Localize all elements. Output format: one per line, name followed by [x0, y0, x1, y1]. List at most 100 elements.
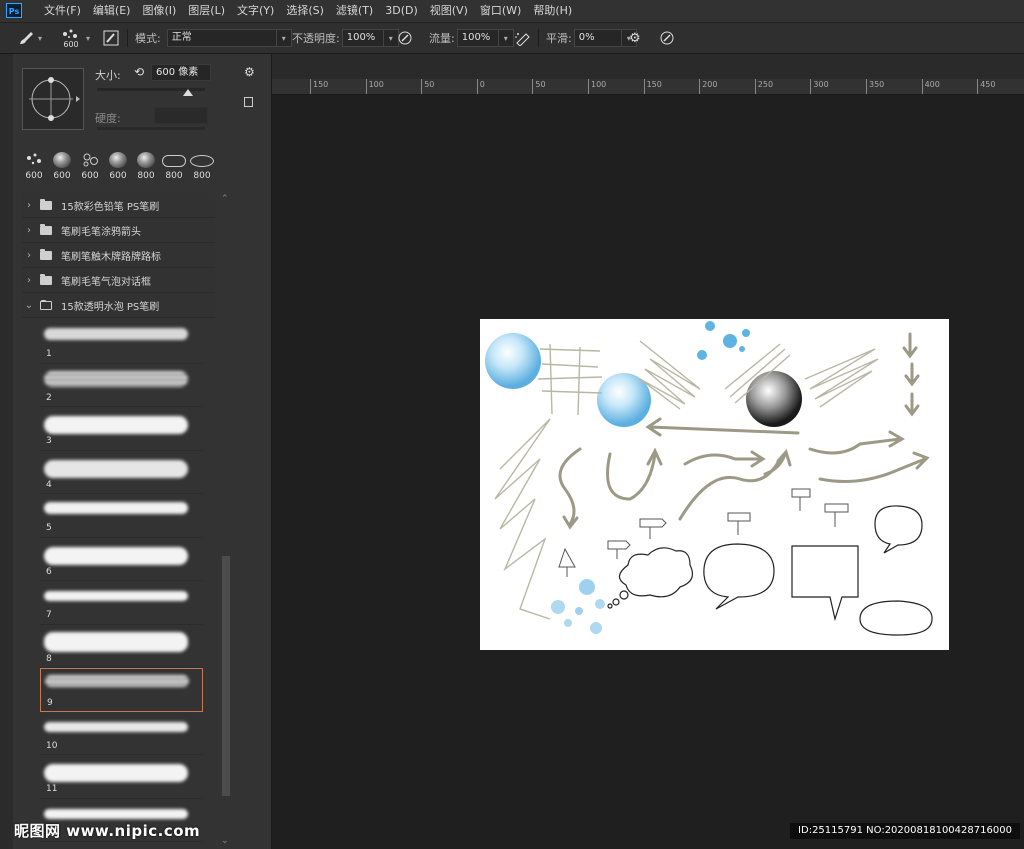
brush-group[interactable]: › 笔刷毛笔涂鸦箭头 [22, 218, 215, 243]
horizontal-ruler[interactable]: 150 100 50 0 50 100 150 200 250 300 350 400 450 [272, 79, 1024, 95]
flow-input[interactable]: 100% [456, 29, 499, 47]
splatter-brush-icon [63, 29, 77, 38]
preset-size: 800 [165, 171, 183, 181]
preset-brush-4[interactable]: 600 [106, 150, 130, 182]
mode-select[interactable]: 正常 [166, 29, 277, 47]
pressure-opacity-button[interactable] [397, 23, 413, 53]
brush-number: 11 [46, 784, 58, 794]
brush-tool-preset-picker[interactable]: ▾ [16, 23, 42, 53]
hardness-label: 硬度: [95, 112, 121, 125]
group-label: 笔刷毛笔涂鸦箭头 [61, 226, 141, 238]
brush-group-list: › 15款彩色铅笔 PS笔刷 › 笔刷毛笔涂鸦箭头 › 笔刷笔触木牌路牌路标 ›… [22, 193, 215, 318]
opacity-input[interactable]: 100% [341, 29, 384, 47]
menu-filter[interactable]: 滤镜(T) [330, 0, 379, 22]
chevron-right-icon[interactable]: › [22, 250, 36, 261]
chevron-down-icon[interactable]: ▾ [498, 29, 514, 47]
scroll-up-icon[interactable]: ⌃ [221, 194, 229, 204]
brush-item[interactable]: 10 [40, 712, 203, 755]
group-label: 笔刷笔触木牌路牌路标 [61, 251, 161, 263]
document-canvas[interactable] [480, 319, 949, 650]
menu-window[interactable]: 窗口(W) [474, 0, 527, 22]
preset-brush-3[interactable]: 600 [78, 150, 102, 182]
smoothing-input[interactable]: 0% [573, 29, 622, 47]
watermark-logo: 昵图网 www.nipic.com [14, 822, 201, 840]
chevron-down-icon[interactable]: ⌄ [22, 300, 36, 311]
menu-image[interactable]: 图像(I) [136, 0, 182, 22]
scroll-down-icon[interactable]: ⌄ [221, 836, 229, 846]
brush-size-badge: 600 [63, 39, 79, 49]
ruler-tick: 150 [310, 79, 328, 94]
preset-size: 800 [193, 171, 211, 181]
preset-brush-1[interactable]: 600 [22, 150, 46, 182]
brush-stroke-preview [44, 502, 188, 514]
menu-layer[interactable]: 图层(L) [182, 0, 231, 22]
preset-brush-7[interactable]: 800 [190, 150, 214, 182]
brush-group[interactable]: › 笔刷毛笔气泡对话框 [22, 268, 215, 293]
preset-brush-5[interactable]: 800 [134, 150, 158, 182]
reset-size-icon[interactable]: ⟲ [134, 65, 144, 79]
menu-view[interactable]: 视图(V) [424, 0, 474, 22]
size-input[interactable]: 600 像素 [151, 64, 211, 81]
brush-stroke-preview [45, 675, 189, 687]
menu-help[interactable]: 帮助(H) [527, 0, 578, 22]
brush-item[interactable]: 6 [40, 538, 203, 581]
brush-item[interactable]: 7 [40, 581, 203, 625]
brush-item[interactable]: 3 [40, 407, 203, 451]
chevron-down-icon[interactable]: ▾ [276, 29, 292, 47]
open-folder-icon [40, 299, 52, 310]
brush-item[interactable]: 8 [40, 625, 203, 668]
menu-edit[interactable]: 编辑(E) [87, 0, 137, 22]
separator [127, 29, 128, 47]
ruler-tick: 450 [977, 79, 995, 94]
ruler-tick: 350 [866, 79, 884, 94]
speech-bubbles [607, 505, 933, 636]
brush-item-selected[interactable]: 9 [40, 668, 203, 712]
hardness-slider[interactable] [97, 127, 205, 130]
canvas-workspace: 150 100 50 0 50 100 150 200 250 300 350 400 450 [272, 54, 1024, 849]
flow-value: 100% [461, 32, 491, 43]
brush-tip-preview[interactable] [22, 68, 84, 130]
hardness-input[interactable] [154, 107, 208, 124]
size-slider-handle[interactable] [182, 89, 193, 96]
brush-item[interactable]: 11 [40, 755, 203, 799]
toolbar-strip [0, 54, 14, 849]
scrollbar-thumb[interactable] [222, 556, 230, 796]
photoshop-logo: Ps [6, 3, 22, 18]
chevron-down-icon[interactable]: ▾ [86, 23, 90, 53]
chevron-right-icon[interactable]: › [22, 275, 36, 286]
brush-item[interactable]: 4 [40, 451, 203, 494]
brush-item[interactable]: 5 [40, 494, 203, 538]
ruler-tick: 100 [588, 79, 606, 94]
new-preset-icon[interactable] [244, 97, 253, 107]
brush-item[interactable]: 2 [40, 364, 203, 407]
brush-preset-picker[interactable]: 600 [60, 23, 82, 53]
brush-stroke-preview [44, 459, 188, 478]
preset-brush-2[interactable]: 600 [50, 150, 74, 182]
brush-group[interactable]: › 15款彩色铅笔 PS笔刷 [22, 193, 215, 218]
menu-3d[interactable]: 3D(D) [379, 0, 424, 22]
flow-label: 流量: [429, 32, 455, 45]
preset-size: 600 [81, 171, 99, 181]
toggle-brush-panel-button[interactable] [103, 23, 119, 53]
panel-settings-gear-icon[interactable]: ⚙ [244, 65, 255, 79]
preset-brush-6[interactable]: 800 [162, 150, 186, 182]
preset-size: 600 [53, 171, 71, 181]
brush-list: 1 2 3 4 5 6 7 8 9 10 11 12 [40, 320, 203, 849]
chevron-right-icon[interactable]: › [22, 225, 36, 236]
brush-stroke-preview [44, 546, 188, 565]
menu-select[interactable]: 选择(S) [280, 0, 330, 22]
ruler-tick: 300 [810, 79, 829, 94]
brush-item[interactable]: 1 [40, 320, 203, 364]
pressure-size-button[interactable] [659, 23, 675, 53]
brush-tool-icon [20, 32, 33, 44]
airbrush-button[interactable] [514, 23, 532, 53]
brush-group[interactable]: › 笔刷笔触木牌路牌路标 [22, 243, 215, 268]
chevron-right-icon[interactable]: › [22, 200, 36, 211]
smoothing-options-gear-icon[interactable]: ⚙ [629, 23, 641, 53]
brush-group-expanded[interactable]: ⌄ 15款透明水泡 PS笔刷 [22, 293, 215, 318]
menu-file[interactable]: 文件(F) [38, 0, 87, 22]
brush-number: 5 [46, 523, 52, 533]
brush-number: 2 [46, 392, 52, 403]
opacity-label: 不透明度: [292, 32, 340, 45]
menu-type[interactable]: 文字(Y) [231, 0, 280, 22]
